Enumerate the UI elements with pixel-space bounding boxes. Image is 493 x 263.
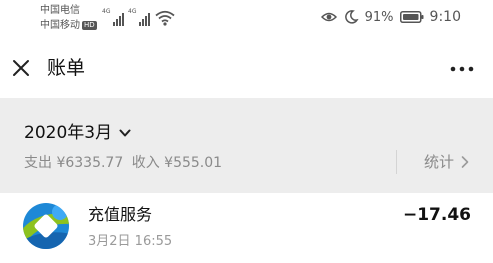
statistics-label: 统计 (424, 153, 455, 171)
transaction-row[interactable]: 充值服务 3月2日 16:55 −17.46 (0, 193, 493, 263)
divider (396, 150, 397, 174)
transaction-name: 充值服务 (88, 205, 153, 224)
transaction-amount: −17.46 (402, 205, 471, 225)
hd-badge: HD (82, 20, 97, 30)
chevron-right-icon (461, 156, 469, 168)
battery-icon (399, 11, 424, 23)
carrier-2-label: 中国移动 (40, 20, 80, 31)
income-total: 收入 ¥555.01 (131, 155, 223, 171)
transaction-time: 3月2日 16:55 (88, 234, 173, 249)
close-icon[interactable] (10, 57, 32, 79)
carrier-1: 中国电信 (40, 5, 80, 16)
carrier-2: 中国移动 HD (40, 20, 97, 32)
network-type-1: 4G (102, 8, 111, 15)
status-bar: 中国电信 中国移动 HD 4G 4G 91% 9:10 (0, 0, 493, 40)
more-icon[interactable] (449, 58, 475, 80)
clock: 9:10 (429, 9, 461, 25)
page-title: 账单 (47, 57, 86, 79)
network-type-2: 4G (128, 8, 137, 15)
wifi-icon (155, 10, 175, 26)
totals-line: 支出 ¥6335.77 收入 ¥555.01 (24, 154, 222, 172)
moon-icon (344, 10, 359, 24)
signal-icon: 4G (128, 8, 150, 26)
bill-summary: 2020年3月 支出 ¥6335.77 收入 ¥555.01 统计 (0, 98, 493, 193)
battery-percent: 91% (364, 9, 394, 25)
chevron-down-icon (119, 129, 131, 137)
signal-icon: 4G (102, 8, 124, 26)
statistics-button[interactable]: 统计 (424, 153, 470, 171)
status-right-group: 91% 9:10 (320, 9, 461, 25)
title-bar: 账单 (0, 40, 493, 98)
month-label: 2020年3月 (24, 123, 113, 143)
expense-total: 支出 ¥6335.77 (24, 155, 124, 171)
service-logo-icon (23, 203, 69, 249)
month-selector[interactable]: 2020年3月 (24, 122, 132, 144)
eye-icon (320, 12, 337, 22)
